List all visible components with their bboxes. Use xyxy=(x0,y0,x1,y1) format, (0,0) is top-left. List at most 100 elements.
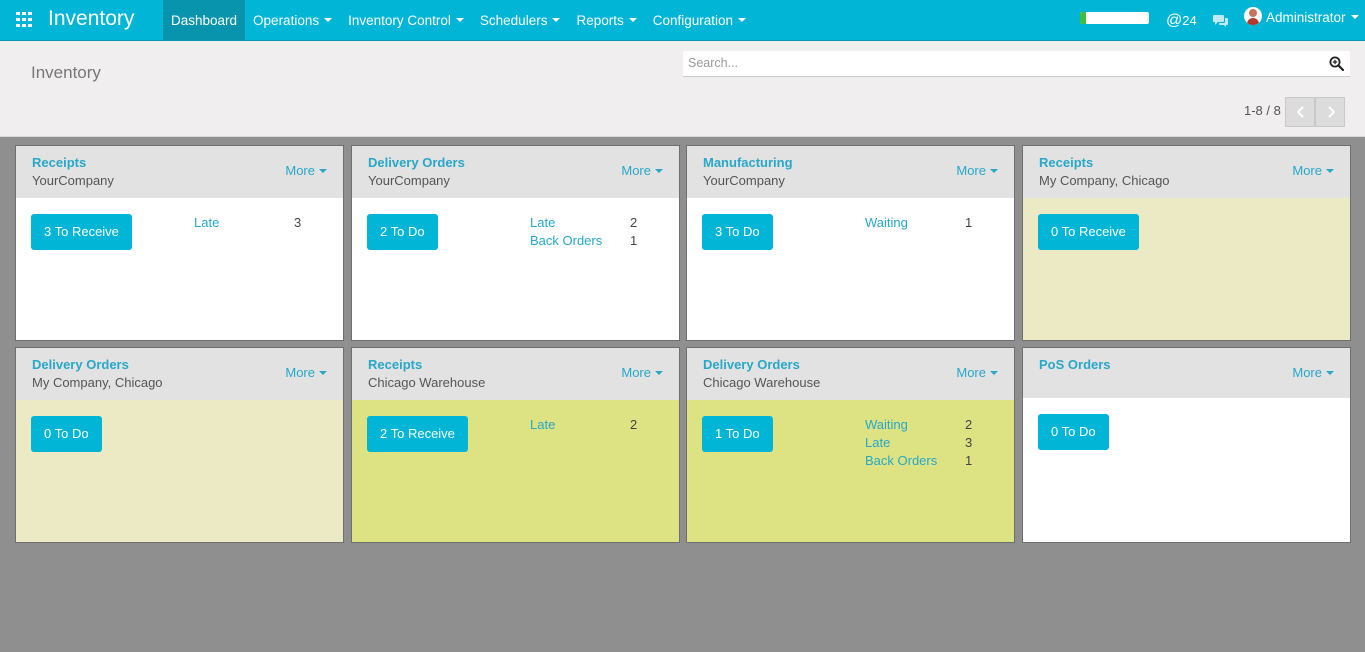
card-header: PoS Orders More xyxy=(1023,348,1350,398)
main-menu: Dashboard Operations Inventory Control Sche… xyxy=(163,0,754,40)
at-icon: @ xyxy=(1166,12,1183,29)
menu-item-operations[interactable]: Operations xyxy=(245,0,340,40)
card-title[interactable]: PoS Orders xyxy=(1039,357,1111,372)
card-subtitle: Chicago Warehouse xyxy=(368,375,486,390)
card-title[interactable]: Delivery Orders xyxy=(32,357,129,372)
card-header: Manufacturing YourCompany More xyxy=(687,146,1014,198)
more-label: More xyxy=(1292,365,1322,380)
stat-count: 2 xyxy=(965,417,973,432)
user-menu[interactable]: Administrator xyxy=(1244,7,1359,26)
chevron-down-icon xyxy=(1326,370,1334,375)
menu-item-label: Configuration xyxy=(652,13,734,28)
card-header: Delivery Orders My Company, Chicago More xyxy=(16,348,343,400)
stat-count: 1 xyxy=(630,233,638,248)
stat-link-late[interactable]: Late xyxy=(530,417,555,432)
more-label: More xyxy=(621,365,651,380)
stat-link-back-orders[interactable]: Back Orders xyxy=(865,453,937,468)
stat-link-back-orders[interactable]: Back Orders xyxy=(530,233,602,248)
card-subtitle: YourCompany xyxy=(368,173,450,188)
stat-count: 2 xyxy=(630,417,638,432)
more-label: More xyxy=(285,163,315,178)
card-header: Receipts My Company, Chicago More xyxy=(1023,146,1350,198)
more-label: More xyxy=(956,163,986,178)
avatar xyxy=(1244,7,1262,26)
card-more-dropdown[interactable]: More xyxy=(956,365,998,380)
chevron-left-icon xyxy=(1296,106,1304,118)
chevron-down-icon xyxy=(990,168,998,173)
menu-item-label: Inventory Control xyxy=(348,13,451,28)
more-label: More xyxy=(621,163,651,178)
card-action-button[interactable]: 3 To Receive xyxy=(31,214,132,250)
mentions-count: 24 xyxy=(1182,13,1197,28)
chevron-right-icon xyxy=(1328,106,1336,118)
menu-item-inventory-control[interactable]: Inventory Control xyxy=(340,0,472,40)
chevron-down-icon xyxy=(324,18,333,23)
pager-previous-button[interactable] xyxy=(1285,97,1315,127)
card-action-button[interactable]: 0 To Do xyxy=(1038,414,1109,450)
control-panel: Inventory 1-8 / 8 xyxy=(0,41,1365,137)
card-action-button[interactable]: 2 To Do xyxy=(367,214,438,250)
chat-icon[interactable] xyxy=(1213,14,1229,27)
chevron-down-icon xyxy=(990,370,998,375)
card-action-button[interactable]: 1 To Do xyxy=(702,416,773,452)
card-subtitle: YourCompany xyxy=(703,173,785,188)
apps-grid-icon[interactable] xyxy=(16,12,33,27)
menu-item-label: Schedulers xyxy=(479,13,548,28)
card-title[interactable]: Receipts xyxy=(32,155,86,170)
user-name: Administrator xyxy=(1266,10,1346,25)
card-action-button[interactable]: 3 To Do xyxy=(702,214,773,250)
dashboard-card: PoS Orders More 0 To Do xyxy=(1022,347,1351,543)
chevron-down-icon xyxy=(319,168,327,173)
dashboard-card: Delivery Orders YourCompany More 2 To Do Lat… xyxy=(351,145,680,341)
search-input[interactable] xyxy=(683,51,1303,75)
card-more-dropdown[interactable]: More xyxy=(1292,163,1334,178)
card-action-button[interactable]: 2 To Receive xyxy=(367,416,468,452)
card-more-dropdown[interactable]: More xyxy=(621,365,663,380)
dashboard-card: Delivery Orders My Company, Chicago More 0 … xyxy=(15,347,344,543)
chevron-down-icon xyxy=(655,370,663,375)
menu-item-label: Dashboard xyxy=(171,13,238,28)
search-icon[interactable] xyxy=(1329,56,1344,71)
more-label: More xyxy=(1292,163,1322,178)
more-label: More xyxy=(285,365,315,380)
chevron-down-icon xyxy=(455,18,464,23)
dashboard-card: Receipts YourCompany More 3 To Receive Late 3 xyxy=(15,145,344,341)
card-subtitle: My Company, Chicago xyxy=(32,375,163,390)
card-more-dropdown[interactable]: More xyxy=(956,163,998,178)
stat-link-late[interactable]: Late xyxy=(865,435,890,450)
progress-bar-fill xyxy=(1080,12,1086,24)
menu-item-label: Reports xyxy=(576,13,624,28)
card-more-dropdown[interactable]: More xyxy=(621,163,663,178)
menu-item-configuration[interactable]: Configuration xyxy=(645,0,754,40)
stat-link-waiting[interactable]: Waiting xyxy=(865,417,908,432)
menu-item-reports[interactable]: Reports xyxy=(568,0,644,40)
card-title[interactable]: Receipts xyxy=(368,357,422,372)
pager-value: 1-8 / 8 xyxy=(1244,103,1281,118)
stat-link-waiting[interactable]: Waiting xyxy=(865,215,908,230)
chevron-down-icon xyxy=(628,18,637,23)
dashboard-card: Manufacturing YourCompany More 3 To Do Waiti… xyxy=(686,145,1015,341)
card-header: Delivery Orders Chicago Warehouse More xyxy=(687,348,1014,400)
card-title[interactable]: Delivery Orders xyxy=(703,357,800,372)
stat-link-late[interactable]: Late xyxy=(194,215,219,230)
dashboard-card: Receipts Chicago Warehouse More 2 To Receiv… xyxy=(351,347,680,543)
card-more-dropdown[interactable]: More xyxy=(285,163,327,178)
card-more-dropdown[interactable]: More xyxy=(1292,365,1334,380)
menu-item-schedulers[interactable]: Schedulers xyxy=(472,0,569,40)
stat-count: 3 xyxy=(965,435,973,450)
card-more-dropdown[interactable]: More xyxy=(285,365,327,380)
card-header: Delivery Orders YourCompany More xyxy=(352,146,679,198)
chevron-down-icon xyxy=(552,18,561,23)
card-action-button[interactable]: 0 To Do xyxy=(31,416,102,452)
card-title[interactable]: Delivery Orders xyxy=(368,155,465,170)
pager-next-button[interactable] xyxy=(1315,97,1345,127)
mentions-counter[interactable]: @24 xyxy=(1166,12,1197,30)
card-title[interactable]: Receipts xyxy=(1039,155,1093,170)
menu-item-dashboard[interactable]: Dashboard xyxy=(163,0,246,40)
card-action-button[interactable]: 0 To Receive xyxy=(1038,214,1139,250)
breadcrumb: Inventory xyxy=(31,63,101,82)
menu-item-label: Operations xyxy=(253,13,320,28)
card-subtitle: My Company, Chicago xyxy=(1039,173,1170,188)
stat-link-late[interactable]: Late xyxy=(530,215,555,230)
card-title[interactable]: Manufacturing xyxy=(703,155,793,170)
